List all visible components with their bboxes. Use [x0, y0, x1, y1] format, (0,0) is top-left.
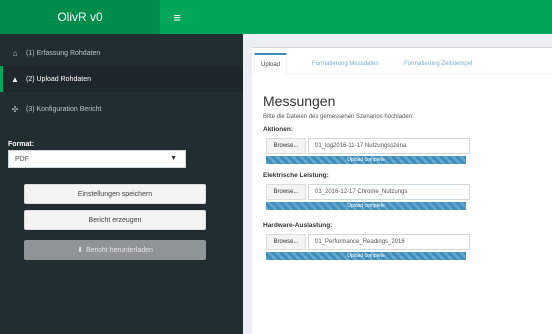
progress-bar: Upload complete [266, 202, 466, 210]
generate-report-button[interactable]: Bericht erzeugen [24, 210, 206, 230]
sidebar: ⌂ (1) Erfassung Rohdaten ▲ (2) Upload Ro… [0, 34, 243, 334]
sidebar-item-erfassung[interactable]: ⌂ (1) Erfassung Rohdaten [0, 40, 243, 66]
top-header: OlivR v0 ≡ [0, 0, 552, 34]
download-report-label: Bericht herunterladen [85, 246, 153, 254]
sidebar-item-upload[interactable]: ▲ (2) Upload Rohdaten [0, 66, 243, 92]
browse-button[interactable]: Browse... [266, 234, 306, 250]
file-input-hardware: Browse... 01_Performance_Readings_2016 [266, 234, 470, 250]
file-name-field[interactable]: 01_Performance_Readings_2016 [308, 234, 470, 250]
download-icon: ⬇ [77, 247, 83, 254]
sidebar-item-label: (3) Konfiguration Bericht [26, 105, 102, 113]
browse-button[interactable]: Browse... [266, 138, 306, 154]
file-name-field[interactable]: 01_2016-12-17 Chrome_Nutzungs [308, 184, 470, 200]
file-input-aktionen: Browse... 01_log2016-11-17 Nutzungsszena [266, 138, 470, 154]
user-icon: ▲ [11, 74, 19, 84]
progress-bar: Upload complete [266, 156, 466, 164]
section-title: Messungen [263, 93, 336, 109]
upload-progress: Upload complete [266, 252, 466, 260]
browse-button[interactable]: Browse... [266, 184, 306, 200]
format-select[interactable]: PDF ▼ [8, 150, 186, 168]
file-name-field[interactable]: 01_log2016-11-17 Nutzungsszena [308, 138, 470, 154]
tab-box: Upload Formatierung Messdaten Formatieru… [252, 47, 552, 334]
sidebar-toggle-icon[interactable]: ≡ [168, 8, 186, 26]
sidebar-item-label: (1) Erfassung Rohdaten [26, 49, 101, 57]
upload-instruction: Bitte die Dateien des gemessenen Szenari… [263, 114, 414, 120]
upload-progress: Upload complete [266, 202, 466, 210]
file-input-leistung: Browse... 01_2016-12-17 Chrome_Nutzungs [266, 184, 470, 200]
group-label-hardware: Hardware-Auslastung: [263, 222, 333, 229]
caret-down-icon: ▼ [170, 155, 177, 162]
sidebar-item-label: (2) Upload Rohdaten [26, 75, 91, 83]
upload-progress: Upload complete [266, 156, 466, 164]
format-label: Format: [8, 141, 35, 148]
sidebar-item-konfiguration[interactable]: ✣ (3) Konfiguration Bericht [0, 96, 243, 122]
home-icon: ⌂ [12, 48, 18, 58]
save-settings-button[interactable]: Einstellungen speichern [24, 184, 206, 204]
share-alt-icon: ✣ [11, 104, 19, 114]
app-root: OlivR v0 ≡ ⌂ (1) Erfassung Rohdaten ▲ (2… [0, 0, 552, 334]
group-label-leistung: Elektrische Leistung: [263, 172, 329, 179]
tab-formatierung-zeitstempel[interactable]: Formatierung Zeitstempel [398, 53, 478, 74]
tab-bar: Upload Formatierung Messdaten Formatieru… [252, 48, 552, 74]
download-report-button[interactable]: ⬇ Bericht herunterladen [24, 240, 206, 260]
progress-bar: Upload complete [266, 252, 466, 260]
tab-upload[interactable]: Upload [254, 53, 288, 74]
main-content: Upload Formatierung Messdaten Formatieru… [243, 34, 552, 334]
group-label-aktionen: Aktionen: [263, 126, 293, 133]
tab-formatierung-messdaten[interactable]: Formatierung Messdaten [306, 53, 385, 74]
format-select-value: PDF [15, 155, 29, 163]
app-logo[interactable]: OlivR v0 [0, 0, 160, 34]
